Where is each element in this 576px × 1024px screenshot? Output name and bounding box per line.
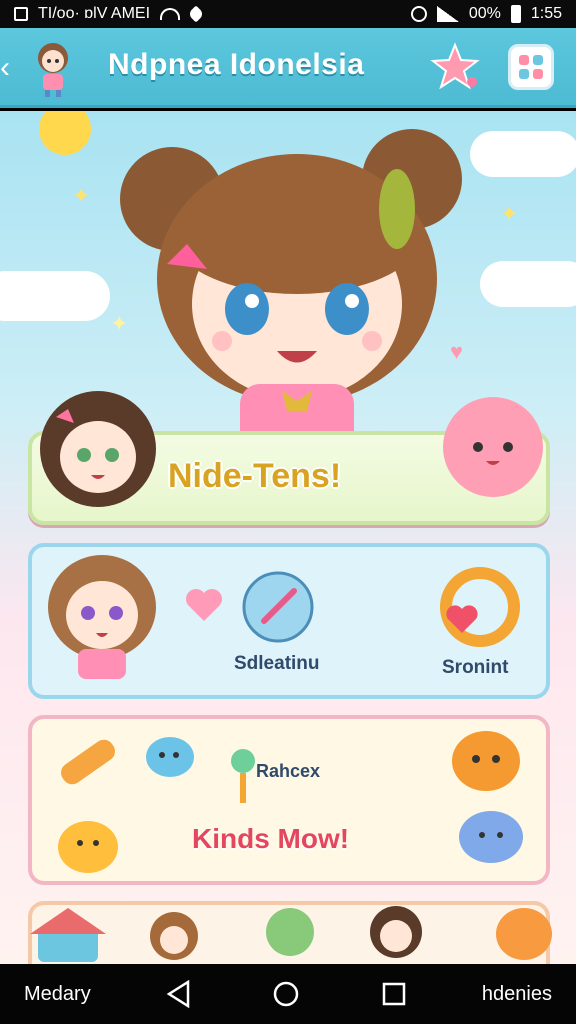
cloud <box>470 131 576 177</box>
grid-icon[interactable] <box>508 44 554 90</box>
blue-blob-creature <box>459 811 523 863</box>
card1-right-label: Sronint <box>442 657 509 678</box>
star-icon[interactable] <box>430 42 480 92</box>
status-bar: TI/oo· ɒlV AMEI 00% 1:55 <box>0 0 576 28</box>
card2-main-label: Kinds Mow! <box>192 823 350 854</box>
cloud <box>480 261 576 307</box>
grid-cell-blue <box>519 69 529 79</box>
heart-icon <box>186 589 222 621</box>
pencil-icon[interactable] <box>242 571 314 643</box>
status-left: TI/oo· ɒlV AMEI <box>14 5 205 23</box>
nav-left-label[interactable]: Medary <box>24 983 91 1006</box>
card2-top-label: Rahcex <box>256 761 321 781</box>
orange-blob-creature <box>452 731 520 791</box>
grid-cell-pink <box>519 55 529 65</box>
cloud <box>0 271 110 321</box>
navigation-bar: Medary hdenies <box>0 964 576 1024</box>
card1-left-label: Sdleatinu <box>234 653 320 674</box>
circle-home-icon[interactable] <box>266 974 306 1014</box>
back-icon[interactable] <box>159 974 199 1014</box>
battery-percent: 00% <box>468 5 501 22</box>
grid-cell-blue <box>533 55 543 65</box>
grid-cell-pink <box>533 69 543 79</box>
app-header: ‹ Ndpnea Idonelsia <box>0 28 576 108</box>
battery-icon <box>510 5 521 23</box>
alarm-icon <box>410 6 427 22</box>
status-left-text: TI/oo· ɒlV AMEI <box>38 5 151 22</box>
orange-fish-icon[interactable] <box>488 900 558 964</box>
status-right: 00% 1:55 <box>410 5 562 23</box>
sparkle-icon: ✦ <box>500 201 519 226</box>
lollipop-icon <box>231 749 255 803</box>
sun-icon <box>39 111 91 155</box>
bottom-icon-strip <box>0 906 576 964</box>
main-character <box>120 129 462 459</box>
notification-icon <box>14 7 28 21</box>
back-arrow-icon[interactable]: ‹ <box>0 50 20 86</box>
girl-face-icon <box>370 906 422 958</box>
pencil-case-icon <box>61 739 115 785</box>
bear-icon <box>150 912 198 960</box>
home-icon[interactable] <box>30 908 110 964</box>
girl-avatar <box>48 555 156 679</box>
sparkle-icon: ✦ <box>72 183 91 208</box>
main-content[interactable]: ✦ ✦ ✦ ♥ Nide-Tens! Sdleatinu Sronint Rah… <box>0 111 576 964</box>
blue-fish-icon <box>146 737 194 777</box>
green-bear-icon <box>266 908 314 956</box>
heart-icon <box>187 5 205 23</box>
wifi-icon <box>160 8 181 20</box>
chick-icon <box>58 821 118 873</box>
status-time: 1:55 <box>530 5 562 22</box>
girl-character <box>40 391 156 507</box>
hero-title: Nide-Tens! <box>168 457 342 495</box>
recents-icon[interactable] <box>374 974 414 1014</box>
avatar[interactable] <box>28 36 78 98</box>
fluffy-pink-creature <box>443 397 543 497</box>
ring-heart-icon[interactable] <box>440 567 520 651</box>
app-title: Ndpnea Idonelsia <box>108 48 365 81</box>
nav-right-label[interactable]: hdenies <box>482 983 552 1006</box>
signal-icon <box>436 6 459 22</box>
